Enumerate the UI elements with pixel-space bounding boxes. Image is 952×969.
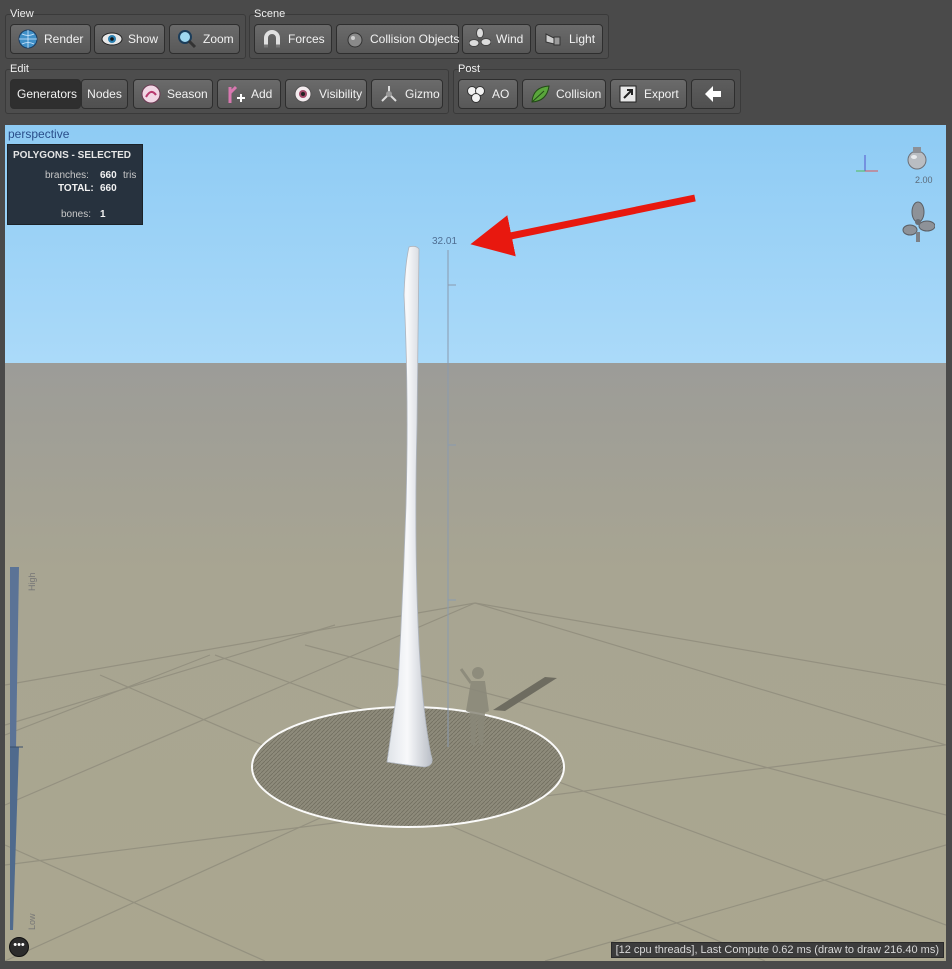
magnet-icon bbox=[261, 28, 283, 50]
lod-low-label: Low bbox=[27, 913, 37, 930]
view-group-title: View bbox=[10, 8, 34, 20]
fan-icon bbox=[468, 27, 492, 50]
generators-tab[interactable]: Generators bbox=[10, 79, 81, 109]
leaf-icon bbox=[529, 83, 551, 105]
visibility-label: Visibility bbox=[319, 87, 363, 101]
wind-label: Wind bbox=[496, 32, 524, 46]
nodes-tab[interactable]: Nodes bbox=[81, 79, 128, 109]
arrow-left-icon bbox=[702, 83, 724, 105]
eyeball-icon bbox=[292, 83, 314, 105]
more-options-button[interactable]: ••• bbox=[9, 937, 29, 957]
total-value: 660 bbox=[100, 183, 117, 194]
spotlight-icon bbox=[542, 28, 564, 50]
collision-sphere-icon bbox=[343, 28, 365, 50]
render-button[interactable]: Render bbox=[10, 24, 91, 54]
gizmo-button[interactable]: Gizmo bbox=[371, 79, 443, 109]
season-button[interactable]: Season bbox=[133, 79, 213, 109]
forces-label: Forces bbox=[288, 32, 325, 46]
light-button[interactable]: Light bbox=[535, 24, 603, 54]
zoom-button[interactable]: Zoom bbox=[169, 24, 240, 54]
wind-button[interactable]: Wind bbox=[462, 24, 531, 54]
scene-canvas[interactable] bbox=[5, 125, 946, 961]
season-icon bbox=[140, 83, 162, 105]
stats-title: POLYGONS - SELECTED bbox=[13, 150, 131, 161]
bones-value: 1 bbox=[100, 209, 106, 220]
viewport-3d[interactable]: perspective POLYGONS - SELECTED branches… bbox=[5, 125, 946, 961]
nodes-label: Nodes bbox=[87, 87, 122, 101]
show-label: Show bbox=[128, 32, 159, 46]
generators-label: Generators bbox=[17, 87, 78, 101]
forces-button[interactable]: Forces bbox=[254, 24, 332, 54]
ao-button[interactable]: AO bbox=[458, 79, 518, 109]
add-branch-icon bbox=[224, 83, 246, 105]
collision-label: Collision bbox=[556, 87, 602, 101]
scene-group-title: Scene bbox=[254, 8, 286, 20]
status-bar: [12 cpu threads], Last Compute 0.62 ms (… bbox=[610, 942, 944, 958]
globe-icon bbox=[17, 28, 39, 50]
zoom-label: Zoom bbox=[203, 32, 234, 46]
edit-group-title: Edit bbox=[10, 63, 29, 75]
export-button[interactable]: Export bbox=[610, 79, 687, 109]
bones-label: bones: bbox=[61, 209, 92, 220]
gizmo-label: Gizmo bbox=[405, 87, 440, 101]
ao-icon bbox=[465, 83, 487, 105]
total-label: TOTAL: bbox=[58, 183, 94, 194]
export-icon bbox=[617, 83, 639, 105]
ground-plane bbox=[5, 363, 946, 961]
season-label: Season bbox=[167, 87, 208, 101]
back-button[interactable] bbox=[691, 79, 735, 109]
branches-unit: tris bbox=[123, 170, 137, 181]
polygon-stats-panel: POLYGONS - SELECTED branches: 660 tris T… bbox=[7, 144, 143, 225]
light-bulb-icon[interactable] bbox=[903, 145, 931, 175]
collision-button[interactable]: Collision bbox=[522, 79, 606, 109]
lod-high-label: High bbox=[27, 572, 37, 591]
branches-label: branches: bbox=[45, 170, 89, 181]
sky bbox=[5, 125, 946, 365]
wind-fan-icon[interactable] bbox=[901, 200, 936, 244]
magnifier-icon bbox=[176, 28, 198, 50]
light-intensity-value: 2.00 bbox=[915, 175, 933, 185]
collision-objects-button[interactable]: Collision Objects bbox=[336, 24, 459, 54]
add-label: Add bbox=[251, 87, 273, 101]
eye-icon bbox=[101, 28, 123, 50]
viewport-label: perspective bbox=[8, 127, 70, 141]
collision-objects-label: Collision Objects bbox=[370, 32, 460, 46]
height-marker-label: 32.01 bbox=[432, 236, 458, 247]
add-button[interactable]: Add bbox=[217, 79, 281, 109]
render-label: Render bbox=[44, 32, 84, 46]
show-button[interactable]: Show bbox=[94, 24, 165, 54]
light-label: Light bbox=[569, 32, 596, 46]
gizmo-icon bbox=[378, 83, 400, 105]
post-group-title: Post bbox=[458, 63, 481, 75]
export-label: Export bbox=[644, 87, 679, 101]
visibility-button[interactable]: Visibility bbox=[285, 79, 367, 109]
branches-value: 660 bbox=[100, 170, 117, 181]
ao-label: AO bbox=[492, 87, 510, 101]
